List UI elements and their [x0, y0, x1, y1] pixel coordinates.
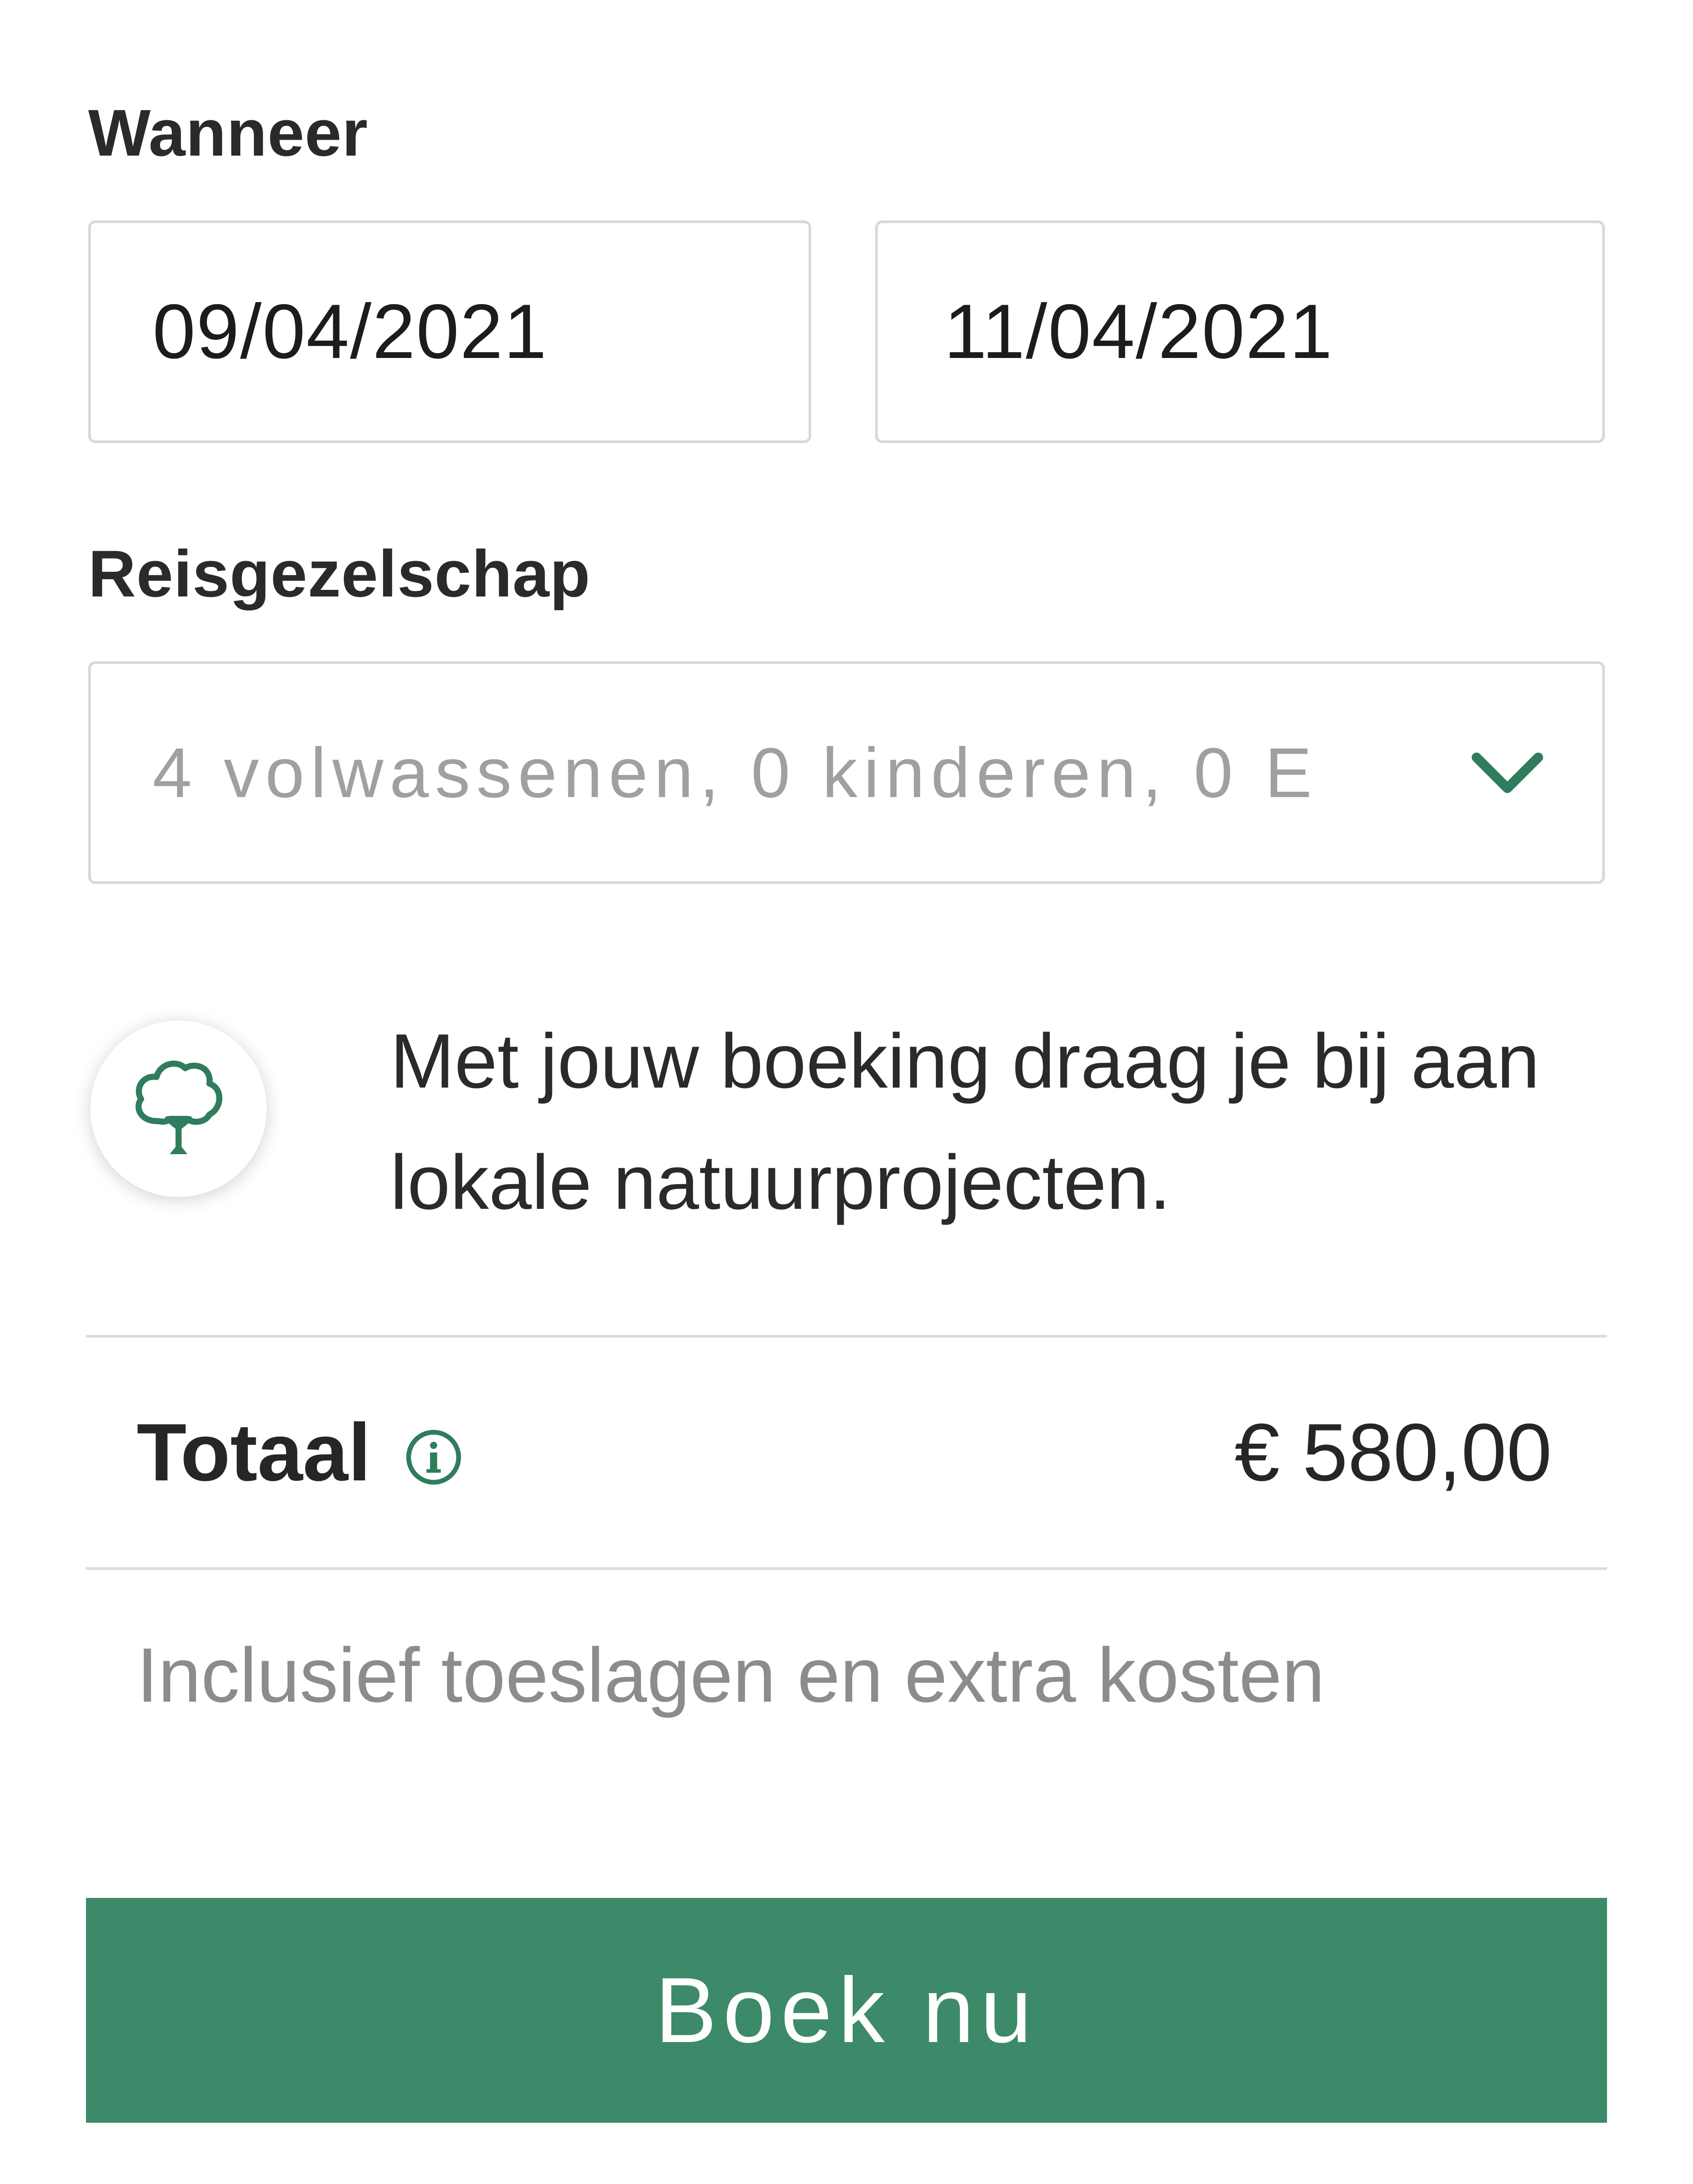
- book-now-button[interactable]: Boek nu: [86, 1898, 1607, 2123]
- booking-panel: Wanneer 09/04/2021 11/04/2021 Reisgezels…: [0, 0, 1693, 2184]
- chevron-down-icon[interactable]: [1461, 727, 1554, 819]
- travel-company-select[interactable]: 4 volwassenen, 0 kinderen, 0 E: [88, 661, 1605, 884]
- start-date-value: 09/04/2021: [153, 289, 548, 375]
- info-icon[interactable]: [404, 1427, 463, 1487]
- end-date-value: 11/04/2021: [944, 289, 1333, 375]
- tree-icon: [123, 1053, 234, 1165]
- end-date-field[interactable]: 11/04/2021: [875, 220, 1605, 443]
- travel-company-value: 4 volwassenen, 0 kinderen, 0 E: [153, 733, 1318, 812]
- total-price: € 580,00: [1234, 1407, 1552, 1498]
- divider: [86, 1567, 1607, 1570]
- total-label: Totaal: [137, 1407, 371, 1498]
- price-note: Inclusief toeslagen en extra kosten: [137, 1632, 1325, 1718]
- when-label: Wanneer: [88, 96, 368, 170]
- travel-company-label: Reisgezelschap: [88, 537, 591, 611]
- tree-badge: [90, 1021, 267, 1197]
- divider: [86, 1335, 1607, 1338]
- eco-message: Met jouw boeking draag je bij aan lokale…: [390, 1018, 1540, 1226]
- total-label-group: Totaal: [137, 1406, 463, 1499]
- total-row: Totaal € 580,00: [137, 1400, 1552, 1506]
- start-date-field[interactable]: 09/04/2021: [88, 220, 811, 443]
